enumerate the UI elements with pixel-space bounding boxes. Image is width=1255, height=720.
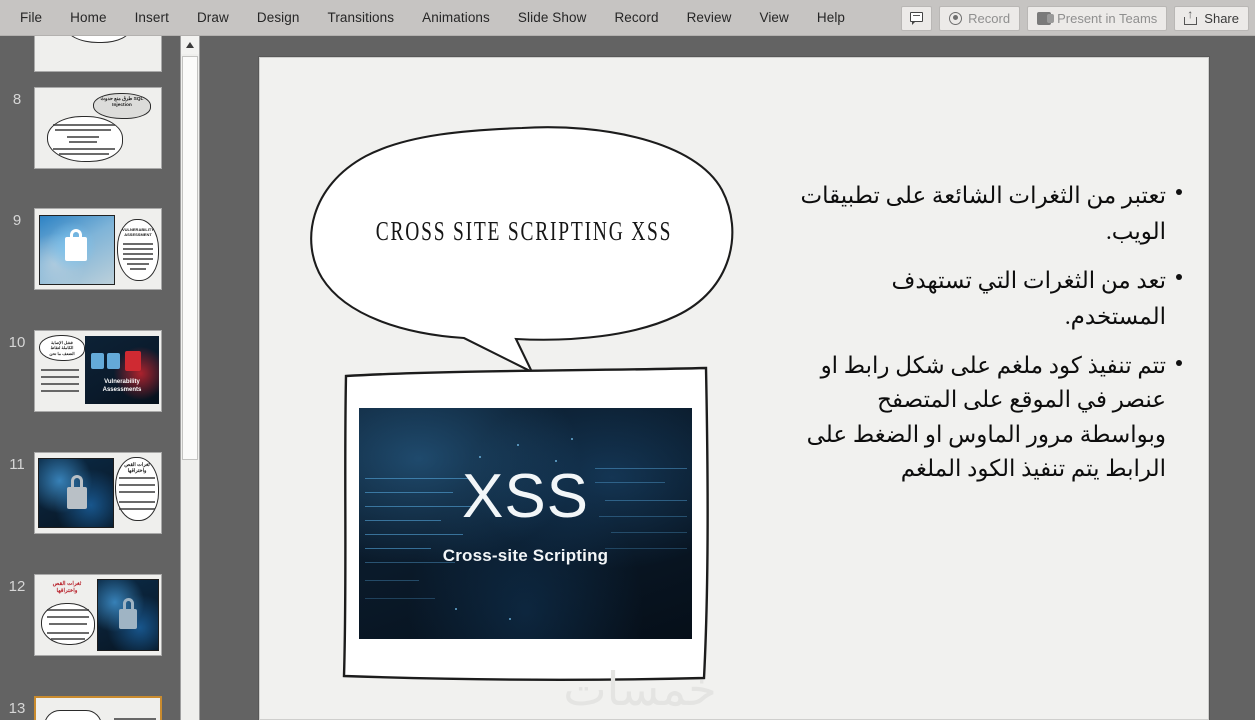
record-button[interactable]: Record xyxy=(939,5,1021,31)
ribbon-tab-bar: File Home Insert Draw Design Transitions… xyxy=(0,0,1255,36)
bullet-text-1: تعتبر من الثغرات الشائعة على تطبيقات الو… xyxy=(800,183,1166,244)
scroll-up-arrow-icon xyxy=(186,42,194,48)
scroll-up-button[interactable] xyxy=(181,36,199,54)
slide-thumbnail-pane[interactable]: 8 طرق منع حدوث SQL Injection 9 VULNERABI… xyxy=(0,36,180,720)
present-in-teams-button[interactable]: Present in Teams xyxy=(1027,5,1168,31)
present-in-teams-label: Present in Teams xyxy=(1057,10,1158,26)
powerpoint-window: File Home Insert Draw Design Transitions… xyxy=(0,0,1255,720)
comment-icon xyxy=(909,11,924,25)
slide-number: 8 xyxy=(12,91,22,108)
bullet-dot xyxy=(1176,189,1182,195)
watermark: خمسات xyxy=(563,664,717,715)
slide-thumbnail[interactable]: Vulnerability Assessments فشل الإصابة الكا… xyxy=(34,330,162,412)
list-item: تعتبر من الثغرات الشائعة على تطبيقات الو… xyxy=(796,178,1182,249)
slide-editing-canvas[interactable]: CROSS SITE SCRIPTING XSS XSS Cross-site … xyxy=(201,36,1255,720)
list-item: تعد من الثغرات التي تستهدف المستخدم. xyxy=(796,263,1182,334)
tab-slide-show[interactable]: Slide Show xyxy=(504,0,601,36)
slide-number: 12 xyxy=(8,578,26,595)
list-item: تتم تنفيذ كود ملغم على شكل رابط او عنصر … xyxy=(796,349,1182,487)
tab-help[interactable]: Help xyxy=(803,0,859,36)
slide-thumbnail[interactable] xyxy=(34,36,162,72)
record-button-label: Record xyxy=(968,10,1011,26)
tab-transitions[interactable]: Transitions xyxy=(313,0,408,36)
tab-animations[interactable]: Animations xyxy=(408,0,504,36)
slide-body-bullets[interactable]: تعتبر من الثغرات الشائعة على تطبيقات الو… xyxy=(796,178,1182,501)
comments-button[interactable] xyxy=(901,5,933,31)
xss-image: XSS Cross-site Scripting xyxy=(359,408,692,639)
tab-home[interactable]: Home xyxy=(56,0,120,36)
tab-review[interactable]: Review xyxy=(673,0,746,36)
slide-thumbnail[interactable]: ثغرات القص واختراقها xyxy=(34,452,162,534)
share-button[interactable]: Share xyxy=(1174,5,1249,31)
bullet-dot xyxy=(1176,359,1182,366)
slide-number: 10 xyxy=(8,334,26,351)
slide-thumbnail-selected[interactable]: CROSS SITE SCRIPTING XSS xyxy=(34,696,162,720)
tab-draw[interactable]: Draw xyxy=(183,0,243,36)
slide-number: 9 xyxy=(12,212,22,229)
share-button-label: Share xyxy=(1204,10,1239,26)
xss-subtitle: Cross-site Scripting xyxy=(442,546,609,565)
teams-icon xyxy=(1037,11,1055,25)
slide-number: 11 xyxy=(9,456,25,473)
slide-thumbnail[interactable]: VULNERABILITY ASSESSMENT xyxy=(34,208,162,290)
speech-bubble-shape xyxy=(310,126,734,375)
scrollbar-thumb[interactable] xyxy=(182,56,198,460)
share-icon xyxy=(1184,8,1198,25)
tab-file[interactable]: File xyxy=(6,0,56,36)
photo-frame[interactable]: XSS Cross-site Scripting xyxy=(340,360,712,685)
title-speech-bubble[interactable]: CROSS SITE SCRIPTING XSS xyxy=(304,120,744,385)
scrollbar-track[interactable] xyxy=(181,54,199,720)
xss-headline: XSS xyxy=(461,462,590,531)
slide-title-text: CROSS SITE SCRIPTING XSS xyxy=(375,216,673,246)
thumbnail-scrollbar[interactable] xyxy=(180,36,200,720)
ribbon-actions: Record Present in Teams Share xyxy=(901,0,1249,36)
record-circle-icon xyxy=(949,11,963,25)
slide-thumbnail[interactable]: طرق منع حدوث SQL Injection xyxy=(34,87,162,169)
tab-view[interactable]: View xyxy=(745,0,802,36)
slide-number: 13 xyxy=(8,700,26,717)
current-slide[interactable]: CROSS SITE SCRIPTING XSS XSS Cross-site … xyxy=(259,57,1209,720)
ribbon-tabs: File Home Insert Draw Design Transitions… xyxy=(0,0,859,36)
bullet-text-3: تتم تنفيذ كود ملغم على شكل رابط او عنصر … xyxy=(806,352,1166,482)
bullet-text-2: تعد من الثغرات التي تستهدف المستخدم. xyxy=(891,268,1166,329)
tab-record[interactable]: Record xyxy=(600,0,672,36)
bullet-dot xyxy=(1176,274,1182,281)
tab-insert[interactable]: Insert xyxy=(121,0,183,36)
slide-thumbnail[interactable]: ثغرات القص واختراقها xyxy=(34,574,162,656)
tab-design[interactable]: Design xyxy=(243,0,314,36)
